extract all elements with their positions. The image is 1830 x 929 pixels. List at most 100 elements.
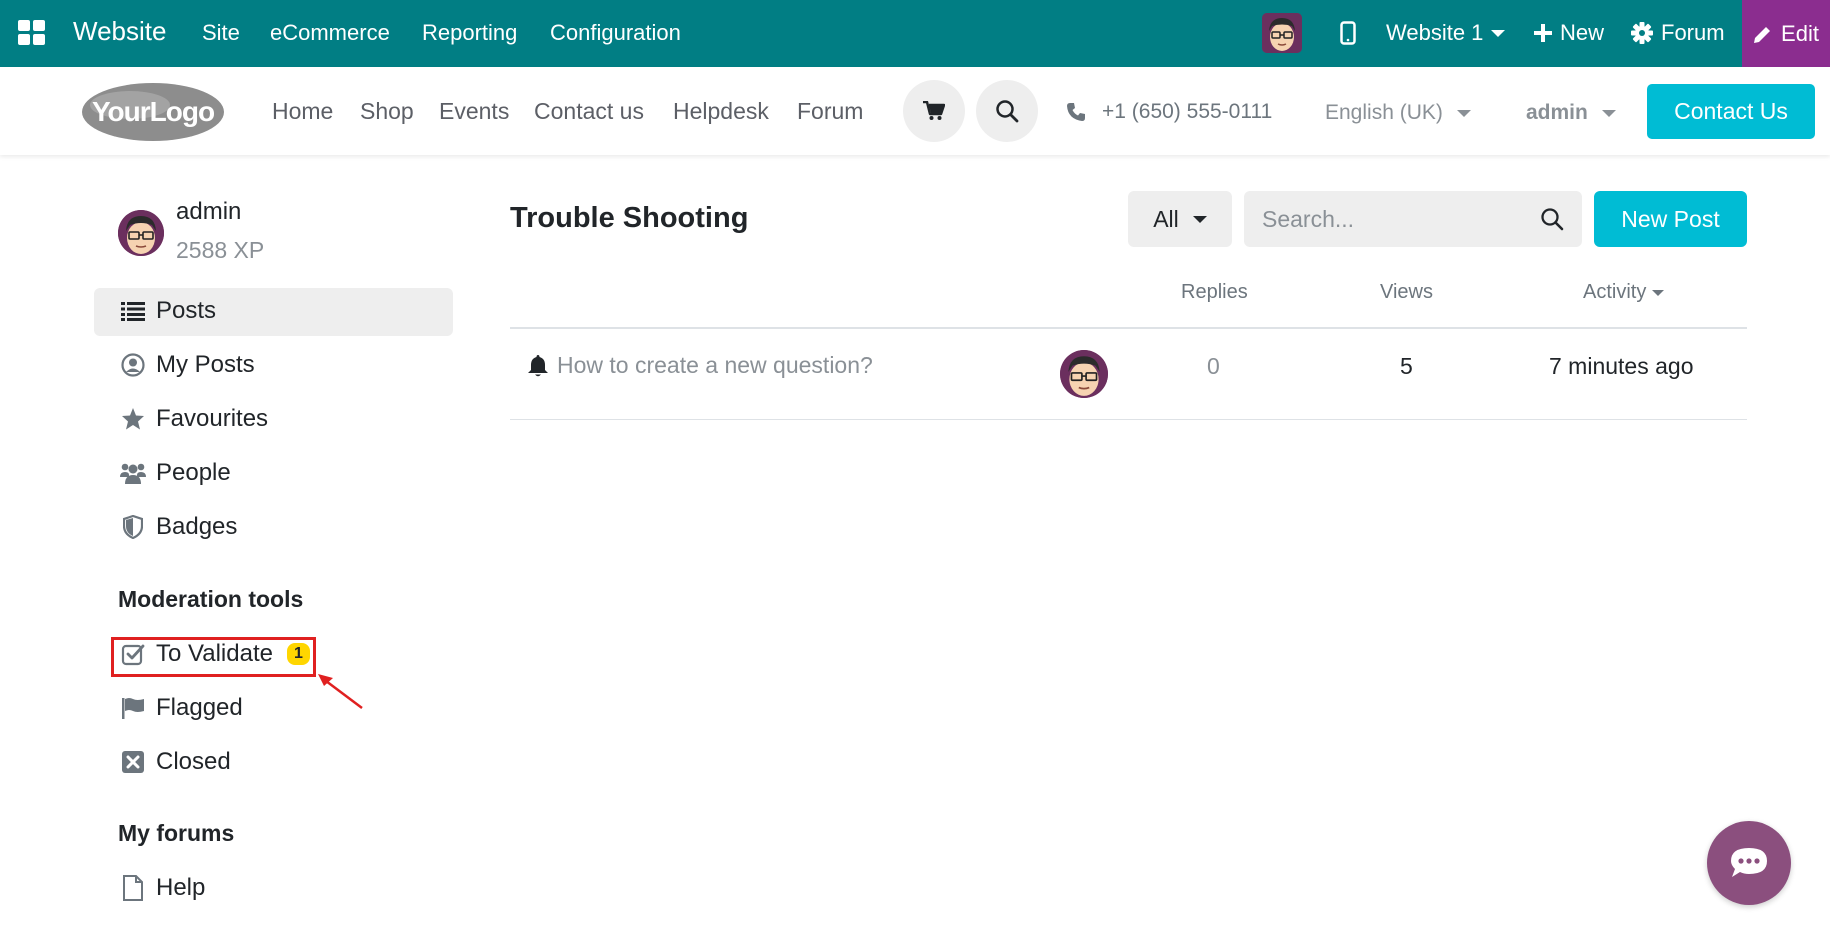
post-replies: 0 [1207, 353, 1220, 379]
website-selector[interactable]: Website 1 [1386, 20, 1506, 46]
app-name[interactable]: Website [73, 16, 166, 47]
sidebar-item-my-posts[interactable]: My Posts [120, 349, 255, 381]
logo-text: YourLogo [92, 96, 215, 127]
table-row-divider [510, 419, 1747, 420]
new-label: New [1560, 20, 1605, 45]
new-post-button[interactable]: New Post [1594, 191, 1747, 247]
sidebar-item-label: Posts [156, 297, 217, 324]
chat-bubble-icon [1731, 848, 1767, 877]
sidebar-item-label: Flagged [156, 694, 243, 721]
chevron-down-icon [1456, 109, 1471, 117]
search-input[interactable] [1262, 205, 1512, 233]
my-forums-heading: My forums [118, 820, 235, 846]
apps-grid-icon[interactable] [18, 20, 46, 46]
post-author-avatar[interactable] [1060, 350, 1108, 398]
sidebar-item-label: My Posts [156, 351, 255, 378]
post-activity: 7 minutes ago [1549, 353, 1694, 379]
sidebar-item-label: Help [156, 874, 206, 901]
sort-caret-icon [1652, 289, 1665, 296]
nav-events[interactable]: Events [439, 98, 509, 125]
table-header-divider [510, 327, 1747, 329]
admin-bar: Website Site eCommerce Reporting Configu… [0, 0, 1830, 67]
post-title-text: How to create a new question? [557, 352, 873, 378]
menu-ecommerce[interactable]: eCommerce [270, 20, 390, 46]
filter-label: All [1153, 205, 1179, 232]
search-icon[interactable] [1540, 207, 1564, 231]
sidebar-item-help[interactable]: Help [120, 872, 205, 904]
sidebar-item-people[interactable]: People [120, 457, 231, 489]
sidebar-item-badges[interactable]: Badges [120, 511, 237, 543]
phone-contact[interactable]: +1 (650) 555-0111 [1066, 100, 1272, 124]
pencil-icon [1754, 26, 1771, 43]
phone-number: +1 (650) 555-0111 [1102, 100, 1273, 123]
star-icon [120, 406, 146, 432]
phone-icon [1067, 103, 1085, 121]
close-square-icon [120, 749, 146, 775]
website-header: YourLogo Home Shop Events Contact us Hel… [0, 67, 1830, 155]
cart-button[interactable] [903, 80, 965, 142]
sidebar-item-posts[interactable]: Posts [120, 295, 216, 327]
user-avatar[interactable] [118, 210, 164, 256]
menu-reporting[interactable]: Reporting [422, 20, 517, 46]
user-menu[interactable]: admin [1526, 101, 1616, 125]
contact-us-button[interactable]: Contact Us [1647, 84, 1815, 139]
language-selector[interactable]: English (UK) [1325, 101, 1471, 125]
post-row-title[interactable]: How to create a new question? [527, 352, 873, 379]
chevron-down-icon [1601, 109, 1616, 117]
cart-icon [923, 101, 945, 120]
forum-settings-button[interactable]: Forum [1631, 20, 1725, 46]
menu-configuration[interactable]: Configuration [550, 20, 681, 46]
website-selector-label: Website 1 [1386, 20, 1484, 45]
column-views: Views [1380, 281, 1433, 303]
list-icon [120, 298, 146, 324]
page-title: Trouble Shooting [510, 202, 749, 234]
livechat-button[interactable] [1707, 821, 1791, 905]
file-icon [120, 875, 146, 901]
mobile-preview-icon[interactable] [1340, 21, 1356, 45]
plus-icon [1534, 24, 1552, 42]
edit-label: Edit [1781, 20, 1819, 46]
user-circle-icon [120, 352, 146, 378]
nav-home[interactable]: Home [272, 98, 333, 125]
user-menu-label: admin [1526, 101, 1588, 124]
nav-helpdesk[interactable]: Helpdesk [673, 98, 769, 125]
nav-forum[interactable]: Forum [797, 98, 863, 125]
user-name[interactable]: admin [176, 198, 241, 226]
moderation-tools-heading: Moderation tools [118, 586, 304, 612]
users-icon [120, 460, 146, 486]
sidebar-item-label: Closed [156, 748, 231, 775]
sidebar-item-label: Favourites [156, 405, 269, 432]
new-button[interactable]: New [1534, 20, 1604, 46]
bell-icon [528, 354, 548, 376]
shield-icon [120, 514, 146, 540]
to-validate-highlight [111, 637, 316, 677]
column-replies: Replies [1181, 281, 1248, 303]
forum-search [1244, 191, 1582, 247]
filter-dropdown[interactable]: All [1128, 191, 1232, 247]
forum-label: Forum [1661, 20, 1725, 45]
header-search-button[interactable] [976, 80, 1038, 142]
nav-contact-us[interactable]: Contact us [534, 98, 644, 125]
sidebar-item-closed[interactable]: Closed [120, 746, 231, 778]
chevron-down-icon [1491, 29, 1506, 37]
nav-shop[interactable]: Shop [360, 98, 414, 125]
edit-button[interactable]: Edit [1742, 0, 1830, 67]
post-views: 5 [1400, 353, 1413, 379]
sidebar-item-label: People [156, 459, 231, 486]
sidebar-item-label: Badges [156, 513, 238, 540]
flag-icon [120, 695, 146, 721]
user-xp: 2588 XP [176, 237, 265, 263]
column-activity-sort[interactable]: Activity [1583, 281, 1665, 304]
annotation-arrow [316, 672, 366, 712]
column-activity-label: Activity [1583, 281, 1647, 303]
sidebar-item-flagged[interactable]: Flagged [120, 692, 243, 724]
site-logo[interactable]: YourLogo [80, 81, 226, 143]
gear-icon [1631, 22, 1653, 44]
svg-text:YourLogo: YourLogo [92, 96, 215, 127]
search-icon [996, 100, 1019, 123]
admin-avatar[interactable] [1262, 13, 1302, 53]
language-label: English (UK) [1325, 101, 1443, 124]
menu-site[interactable]: Site [202, 20, 240, 46]
chevron-down-icon [1192, 215, 1207, 223]
sidebar-item-favourites[interactable]: Favourites [120, 403, 268, 435]
